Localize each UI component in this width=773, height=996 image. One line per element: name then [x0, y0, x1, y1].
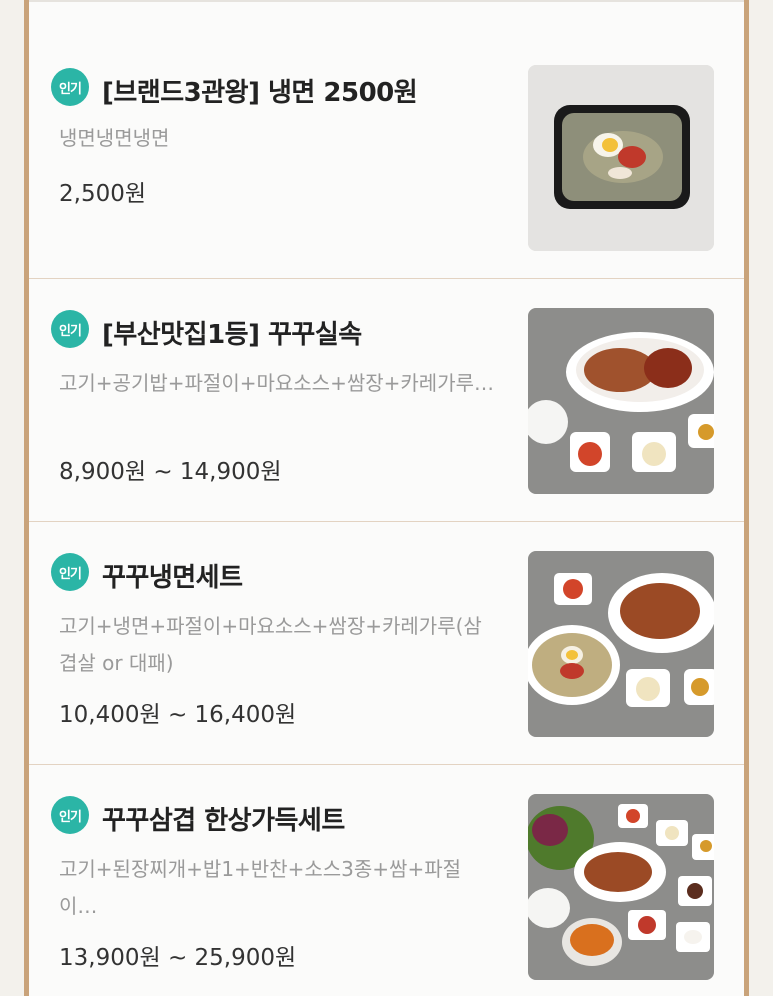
menu-item-name: [부산맛집1등] 꾸꾸실속 — [102, 320, 362, 350]
menu-item[interactable]: 인기 [브랜드3관왕] 냉면 2500원 냉면냉면냉면 2,500원 — [29, 2, 744, 279]
right-border-rail — [744, 0, 749, 996]
menu-item-price: 8,900원 ~ 14,900원 — [59, 459, 282, 485]
menu-item[interactable]: 인기 꾸꾸냉면세트 고기+냉면+파절이+마요소스+쌈장+카레가루(삼겹살 or … — [29, 522, 744, 765]
menu-item[interactable]: 인기 꾸꾸삼겹 한상가득세트 고기+된장찌개+밥1+반찬+소스3종+쌈+파절이…… — [29, 765, 744, 996]
naengmyeon-tray-photo[interactable] — [528, 65, 714, 251]
menu-screen: 인기 [브랜드3관왕] 냉면 2500원 냉면냉면냉면 2,500원 인기 [부… — [0, 0, 773, 996]
menu-item-description: 고기+된장찌개+밥1+반찬+소스3종+쌈+파절이… — [59, 857, 461, 918]
menu-item-description: 고기+공기밥+파절이+마요소스+쌈장+카레가루… — [59, 371, 494, 395]
popular-badge: 인기 — [51, 796, 89, 834]
menu-item-description: 냉면냉면냉면 — [59, 126, 170, 150]
menu-list: 인기 [브랜드3관왕] 냉면 2500원 냉면냉면냉면 2,500원 인기 [부… — [29, 0, 744, 996]
naengmyeon-set-photo[interactable] — [528, 551, 714, 737]
menu-item-price: 10,400원 ~ 16,400원 — [59, 702, 297, 728]
menu-item-name: [브랜드3관왕] 냉면 2500원 — [102, 78, 418, 108]
menu-item-price: 2,500원 — [59, 181, 147, 207]
popular-badge: 인기 — [51, 68, 89, 106]
popular-badge: 인기 — [51, 310, 89, 348]
menu-item-name: 꾸꾸냉면세트 — [102, 563, 243, 593]
pork-plate-set-photo[interactable] — [528, 308, 714, 494]
full-table-set-photo[interactable] — [528, 794, 714, 980]
menu-item-price: 13,900원 ~ 25,900원 — [59, 945, 297, 971]
menu-item-name: 꾸꾸삼겹 한상가득세트 — [102, 806, 345, 836]
menu-item[interactable]: 인기 [부산맛집1등] 꾸꾸실속 고기+공기밥+파절이+마요소스+쌈장+카레가루… — [29, 279, 744, 522]
popular-badge: 인기 — [51, 553, 89, 591]
menu-item-description: 고기+냉면+파절이+마요소스+쌈장+카레가루(삼겹살 or 대패) — [59, 614, 482, 675]
